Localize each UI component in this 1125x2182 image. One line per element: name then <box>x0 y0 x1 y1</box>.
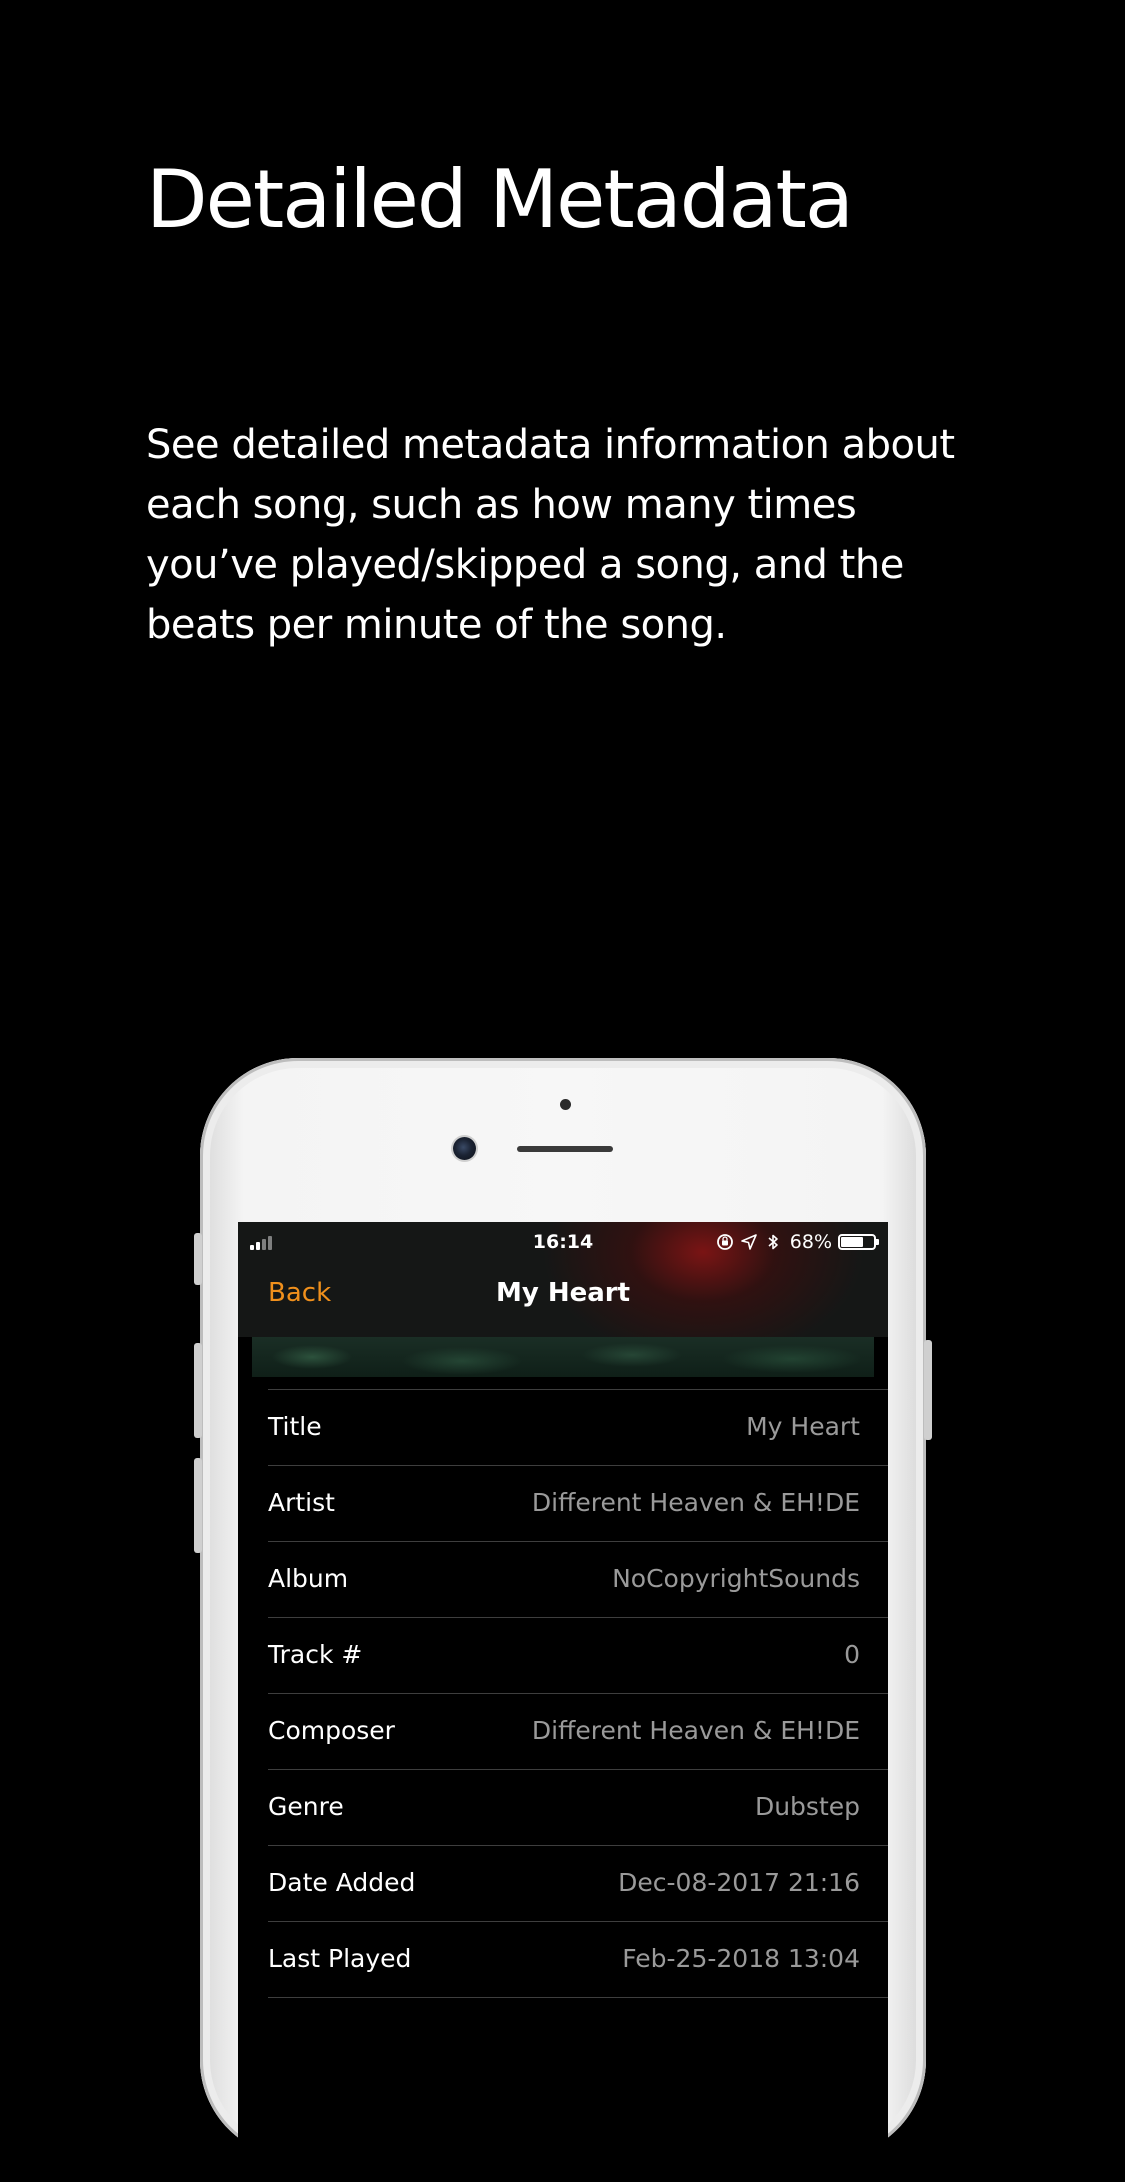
navigation-header: 16:14 68% Back My Heart <box>238 1222 888 1337</box>
metadata-row[interactable]: Genre Dubstep <box>268 1770 888 1846</box>
metadata-row[interactable]: Track # 0 <box>268 1618 888 1694</box>
status-indicators: 68% <box>716 1230 879 1254</box>
metadata-row[interactable]: Date Added Dec-08-2017 21:16 <box>268 1846 888 1922</box>
metadata-value: Different Heaven & EH!DE <box>531 1488 860 1517</box>
mute-switch <box>194 1233 202 1285</box>
metadata-value: Dubstep <box>754 1792 860 1821</box>
metadata-row[interactable]: Composer Different Heaven & EH!DE <box>268 1694 888 1770</box>
feature-description: See detailed metadata information about … <box>146 422 955 648</box>
page-title: Detailed Metadata <box>146 153 854 246</box>
metadata-label: Artist <box>268 1488 335 1517</box>
metadata-value: Dec-08-2017 21:16 <box>618 1868 860 1897</box>
metadata-label: Last Played <box>268 1944 412 1973</box>
phone-screen: 16:14 68% Back My Heart Title My Heart A… <box>238 1222 888 2182</box>
metadata-label: Composer <box>268 1716 395 1745</box>
nav-title: My Heart <box>495 1278 631 1308</box>
bluetooth-icon <box>768 1234 778 1250</box>
earpiece-speaker <box>517 1146 613 1152</box>
location-icon <box>740 1234 757 1250</box>
metadata-value: Feb-25-2018 13:04 <box>622 1944 860 1973</box>
metadata-row[interactable]: Artist Different Heaven & EH!DE <box>268 1466 888 1542</box>
metadata-label: Album <box>268 1564 349 1593</box>
metadata-value: Different Heaven & EH!DE <box>531 1716 860 1745</box>
metadata-row[interactable]: Album NoCopyrightSounds <box>268 1542 888 1618</box>
metadata-row[interactable]: Last Played Feb-25-2018 13:04 <box>268 1922 888 1998</box>
phone-mockup: 16:14 68% Back My Heart Title My Heart A… <box>194 1058 932 2182</box>
album-artwork <box>252 1337 874 1377</box>
front-camera-icon <box>453 1137 476 1160</box>
metadata-label: Track # <box>268 1640 363 1669</box>
metadata-row[interactable]: Title My Heart <box>268 1390 888 1466</box>
power-button <box>924 1340 932 1440</box>
battery-percentage: 68% <box>789 1231 832 1253</box>
metadata-value: My Heart <box>746 1412 860 1441</box>
status-bar: 16:14 68% <box>238 1222 888 1260</box>
metadata-list: Title My Heart Artist Different Heaven & EH… <box>268 1389 888 1998</box>
metadata-label: Date Added <box>268 1868 416 1897</box>
volume-up-button <box>194 1343 202 1438</box>
metadata-label: Genre <box>268 1792 344 1821</box>
orientation-lock-icon <box>716 1234 733 1250</box>
battery-icon <box>838 1234 879 1250</box>
metadata-value: 0 <box>844 1640 860 1669</box>
battery-level <box>841 1237 863 1247</box>
proximity-sensor <box>560 1099 571 1110</box>
volume-down-button <box>194 1458 202 1553</box>
metadata-value: NoCopyrightSounds <box>612 1564 860 1593</box>
metadata-label: Title <box>268 1412 322 1441</box>
